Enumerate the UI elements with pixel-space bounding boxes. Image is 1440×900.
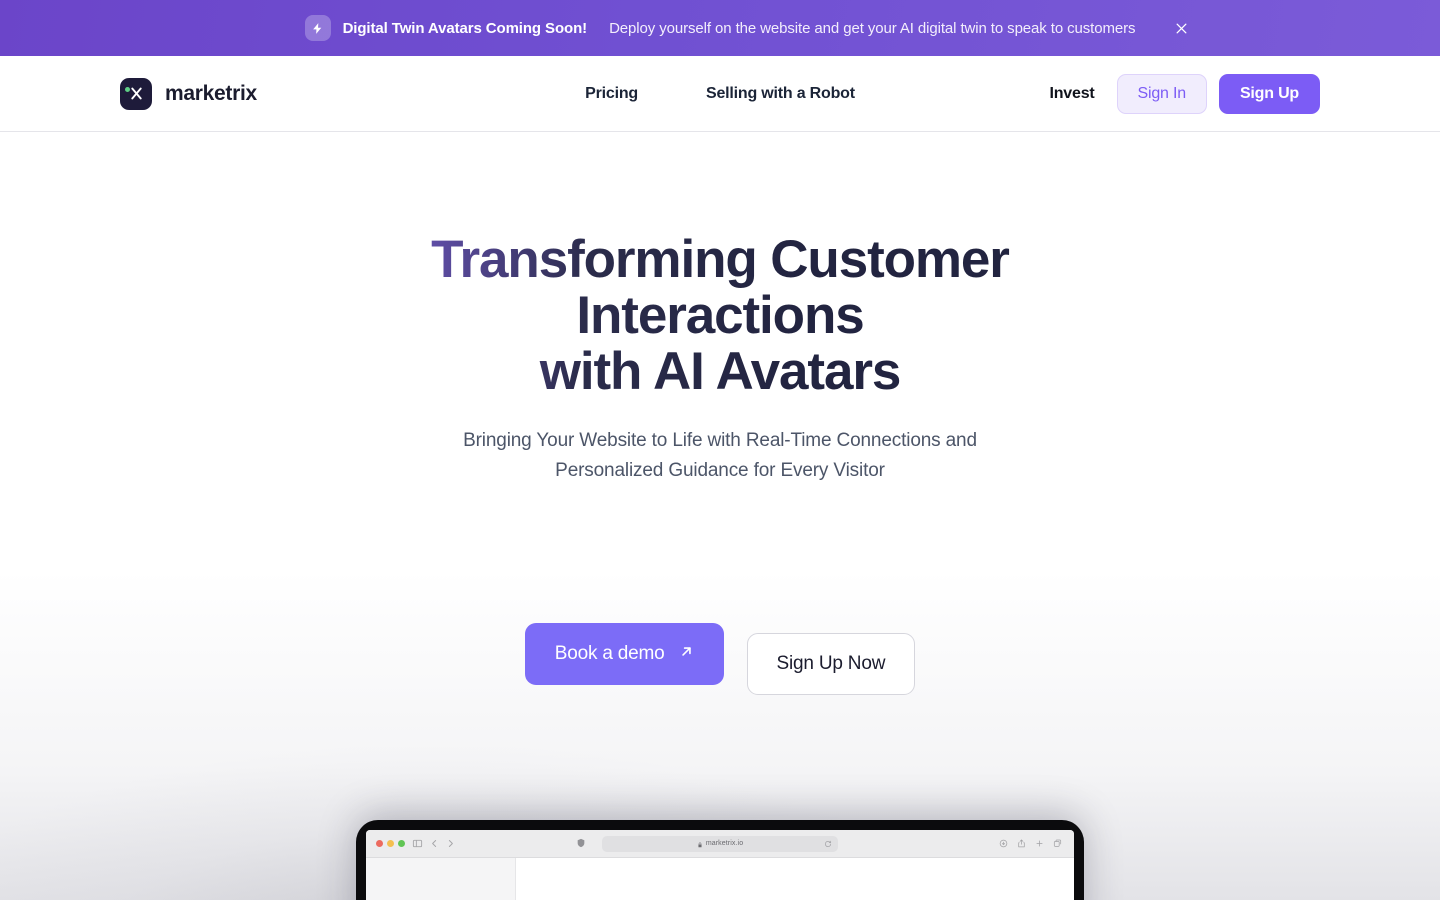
- sign-in-button[interactable]: Sign In: [1116, 73, 1207, 114]
- main-navbar: marketrix Pricing Selling with a Robot I…: [0, 56, 1440, 132]
- logo-green-dot: [125, 86, 130, 92]
- nav-links: Pricing Selling with a Robot: [585, 85, 855, 103]
- nav-actions: Invest Sign In Sign Up: [1049, 73, 1320, 114]
- announcement-banner: Digital Twin Avatars Coming Soon! Deploy…: [0, 0, 1440, 56]
- sign-up-button[interactable]: Sign Up: [1218, 73, 1320, 114]
- brand-name: marketrix: [165, 81, 257, 105]
- lock-icon: [697, 835, 703, 853]
- maximize-window-icon: [398, 840, 405, 847]
- hero-subtitle-line-1: Bringing Your Website to Life with Real-…: [463, 430, 977, 451]
- minimize-window-icon: [387, 840, 394, 847]
- new-tab-icon[interactable]: [1035, 835, 1044, 853]
- mockup-page-main: [516, 858, 1074, 900]
- chevron-right-icon[interactable]: [446, 839, 455, 848]
- laptop-screen: marketrix.io: [366, 830, 1074, 900]
- hero-title-line-2: with AI Avatars: [539, 342, 901, 401]
- nav-item-pricing[interactable]: Pricing: [585, 85, 638, 103]
- announcement-banner-content: Digital Twin Avatars Coming Soon! Deploy…: [304, 15, 1136, 41]
- hero-subtitle-line-2: Personalized Guidance for Every Visitor: [555, 460, 885, 481]
- browser-url-bar[interactable]: marketrix.io: [577, 835, 838, 853]
- arrow-up-right-icon: [679, 643, 694, 665]
- hero-title-line-1: Transforming Customer Interactions: [431, 230, 1009, 345]
- announcement-title: Digital Twin Avatars Coming Soon!: [342, 19, 588, 37]
- close-window-icon: [376, 840, 383, 847]
- mockup-page-content: [366, 858, 1074, 900]
- nav-item-invest[interactable]: Invest: [1049, 85, 1094, 103]
- tabs-icon[interactable]: [1053, 835, 1062, 853]
- sign-up-now-button[interactable]: Sign Up Now: [746, 633, 916, 695]
- laptop-mockup: marketrix.io: [356, 820, 1084, 900]
- announcement-text: Deploy yourself on the website and get y…: [609, 19, 1136, 37]
- browser-toolbar: marketrix.io: [366, 830, 1074, 858]
- sidebar-toggle-icon[interactable]: [412, 838, 423, 849]
- browser-url-text: marketrix.io: [705, 840, 744, 847]
- share-icon[interactable]: [1017, 835, 1026, 853]
- hero-section: Transforming Customer Interactions with …: [0, 132, 1440, 695]
- reload-icon[interactable]: [824, 835, 832, 853]
- window-traffic-lights: [376, 840, 405, 847]
- chevron-left-icon[interactable]: [430, 839, 439, 848]
- download-icon[interactable]: [999, 835, 1008, 853]
- browser-toolbar-right-icons: [999, 835, 1062, 853]
- mockup-page-sidebar: [366, 858, 516, 900]
- hero-subtitle: Bringing Your Website to Life with Real-…: [410, 426, 1030, 486]
- lightning-bolt-icon: [304, 15, 331, 41]
- hero-cta-group: Book a demo Sign Up Now: [0, 623, 1440, 695]
- close-icon[interactable]: [1170, 17, 1192, 39]
- brand-logo[interactable]: marketrix: [120, 77, 257, 110]
- book-a-demo-button[interactable]: Book a demo: [524, 623, 724, 685]
- page-title: Transforming Customer Interactions with …: [300, 232, 1140, 400]
- shield-icon: [576, 835, 586, 853]
- nav-item-selling-with-a-robot[interactable]: Selling with a Robot: [706, 85, 855, 103]
- book-a-demo-label: Book a demo: [554, 643, 665, 664]
- marketrix-x-logo-icon: [120, 77, 152, 110]
